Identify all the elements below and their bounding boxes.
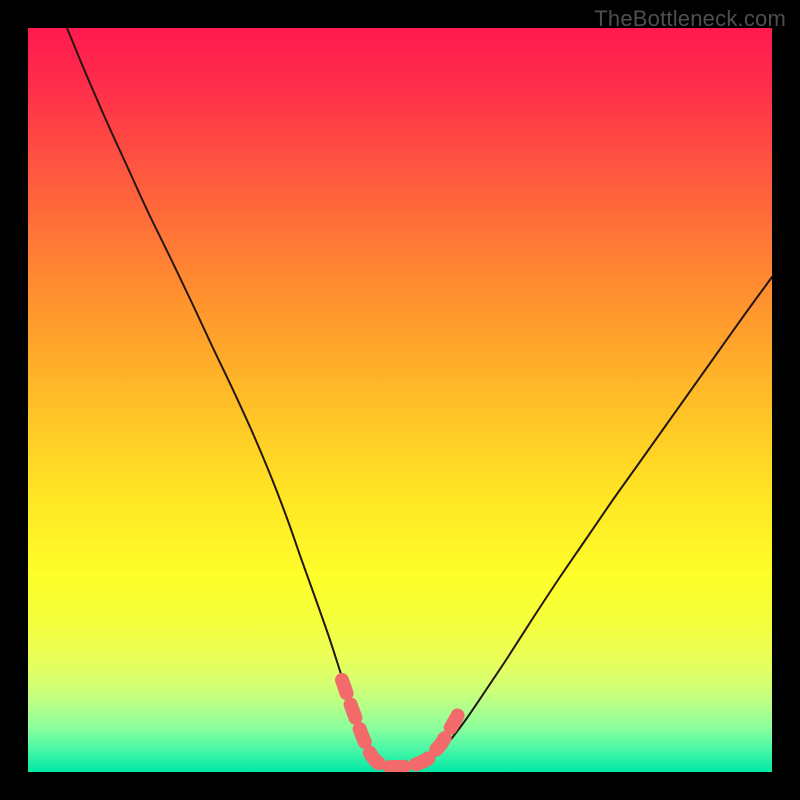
curve-left-branch (67, 28, 380, 766)
curve-right-branch (380, 277, 772, 767)
plot-area (28, 28, 772, 772)
chart-stage: TheBottleneck.com (0, 0, 800, 800)
plot-svg (28, 28, 772, 772)
curve-minimum-accent (342, 680, 460, 767)
watermark-label: TheBottleneck.com (594, 6, 786, 32)
